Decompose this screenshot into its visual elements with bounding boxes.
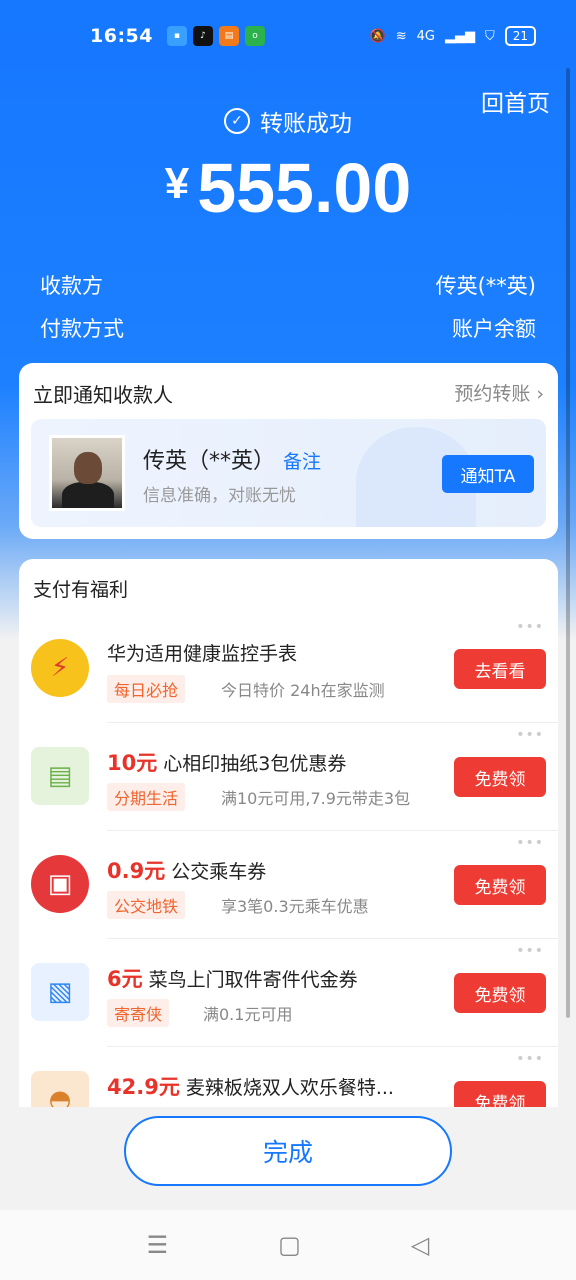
app-notification-icon: ▪ <box>166 26 187 46</box>
success-text: 转账成功 <box>260 111 352 137</box>
benefit-desc: 今日特价 24h在家监测 <box>221 681 385 700</box>
bus-icon: ▣ <box>31 855 89 913</box>
currency-symbol: ¥ <box>164 159 190 208</box>
payee-subtitle: 信息准确，对账无忧 <box>143 486 296 506</box>
payment-method-row: 付款方式 账户余额 <box>40 313 536 343</box>
payee-box: 传英（**英） 备注 信息准确，对账无忧 通知TA <box>31 419 546 527</box>
wifi-icon: ≋ <box>395 28 407 44</box>
benefit-desc: 满10元可用,7.9元带走3包 <box>221 789 411 808</box>
oppo-app-icon: o <box>244 26 265 46</box>
benefits-title: 支付有福利 <box>33 579 129 601</box>
notify-button[interactable]: 通知TA <box>442 455 534 493</box>
system-nav-bar: ☰ ▢ ◁ <box>0 1210 576 1280</box>
benefit-tag: 分期生活 <box>107 783 186 811</box>
done-button[interactable]: 完成 <box>124 1116 452 1186</box>
benefit-title: 华为适用健康监控手表 <box>107 643 298 665</box>
benefit-desc: 享3笔0.3元乘车优惠 <box>221 897 369 916</box>
payee-name: 传英（**英） <box>143 449 276 474</box>
notify-title: 立即通知收款人 <box>33 383 173 407</box>
schedule-transfer-label: 预约转账 <box>454 383 531 405</box>
network-type-label: 4G <box>416 28 435 44</box>
list-item[interactable]: ••• ▤ 10元 心相印抽纸3包优惠券 分期生活 满10元可用,7.9元带走3包… <box>19 723 558 831</box>
shield-icon: ⛉ <box>484 28 495 44</box>
status-time: 16:54 <box>90 25 153 47</box>
notification-icons: ▪ ♪ ▤ o <box>166 26 265 46</box>
benefit-tag: 每日必抢 <box>107 675 186 703</box>
benefit-tag: 公交地铁 <box>107 891 186 919</box>
benefits-card: 支付有福利 ••• ⚡ 华为适用健康监控手表 每日必抢 今日特价 24h在家监测… <box>19 559 558 1107</box>
view-button[interactable]: 去看看 <box>454 649 546 689</box>
signal-icon: ▂▄▆ <box>444 28 475 44</box>
scrollbar[interactable] <box>566 68 570 1018</box>
parcel-box-icon: ▧ <box>31 963 89 1021</box>
payee-value: 传英(**英) <box>435 274 536 298</box>
burger-meal-icon: ◓ <box>31 1071 89 1107</box>
list-item[interactable]: ••• ▣ 0.9元 公交乘车券 公交地铁 享3笔0.3元乘车优惠 免费领 <box>19 831 558 939</box>
note-link[interactable]: 备注 <box>283 451 321 473</box>
schedule-transfer-link[interactable]: 预约转账 › <box>454 379 544 408</box>
benefit-title: 0.9元 公交乘车券 <box>107 859 267 883</box>
more-icon[interactable]: ••• <box>516 619 544 635</box>
avatar <box>49 435 125 511</box>
more-icon[interactable]: ••• <box>516 835 544 851</box>
claim-button[interactable]: 免费领 <box>454 865 546 905</box>
more-icon[interactable]: ••• <box>516 943 544 959</box>
transfer-amount: ¥555.00 <box>0 148 576 228</box>
back-icon[interactable]: ◁ <box>411 1231 429 1259</box>
tiktok-icon: ♪ <box>192 26 213 46</box>
claim-button[interactable]: 免费领 <box>454 973 546 1013</box>
check-circle-icon: ✓ <box>224 108 250 134</box>
home-icon[interactable]: ▢ <box>278 1231 301 1259</box>
payment-method-label: 付款方式 <box>40 317 124 341</box>
list-item[interactable]: ••• ▧ 6元 菜鸟上门取件寄件代金券 寄寄侠 满0.1元可用 免费领 <box>19 939 558 1047</box>
more-icon[interactable]: ••• <box>516 1051 544 1067</box>
chevron-right-icon: › <box>536 383 544 405</box>
calendar-app-icon: ▤ <box>218 26 239 46</box>
payee-label: 收款方 <box>40 274 103 298</box>
payment-method-value: 账户余额 <box>452 317 536 341</box>
payee-row: 收款方 传英(**英) <box>40 270 536 300</box>
benefit-tag: 寄寄侠 <box>107 999 170 1027</box>
status-bar: 16:54 ▪ ♪ ▤ o 🔕 ≋ 4G ▂▄▆ ⛉ 21 <box>0 0 576 72</box>
benefit-desc: 满0.1元可用 <box>203 1005 293 1024</box>
more-icon[interactable]: ••• <box>516 727 544 743</box>
list-item[interactable]: ••• ◓ 42.9元 麦辣板烧双人欢乐餐特... 免费领 <box>19 1047 558 1107</box>
menu-icon[interactable]: ☰ <box>147 1231 169 1259</box>
notify-payee-card: 立即通知收款人 预约转账 › 传英（**英） 备注 信息准确，对账无忧 通知TA <box>19 363 558 539</box>
success-status: ✓ 转账成功 <box>0 104 576 138</box>
list-item[interactable]: ••• ⚡ 华为适用健康监控手表 每日必抢 今日特价 24h在家监测 去看看 <box>19 615 558 723</box>
tissue-box-icon: ▤ <box>31 747 89 805</box>
benefit-title: 6元 菜鸟上门取件寄件代金券 <box>107 967 358 991</box>
amount-value: 555.00 <box>197 149 412 227</box>
claim-button[interactable]: 免费领 <box>454 757 546 797</box>
payee-name-row: 传英（**英） 备注 <box>143 443 321 475</box>
benefit-title: 42.9元 麦辣板烧双人欢乐餐特... <box>107 1075 394 1099</box>
watch-flash-icon: ⚡ <box>31 639 89 697</box>
system-icons: 🔕 ≋ 4G ▂▄▆ ⛉ 21 <box>369 26 536 46</box>
claim-button[interactable]: 免费领 <box>454 1081 546 1107</box>
benefit-title: 10元 心相印抽纸3包优惠券 <box>107 751 347 775</box>
battery-icon: 21 <box>504 26 536 46</box>
mute-icon: 🔕 <box>369 28 386 44</box>
